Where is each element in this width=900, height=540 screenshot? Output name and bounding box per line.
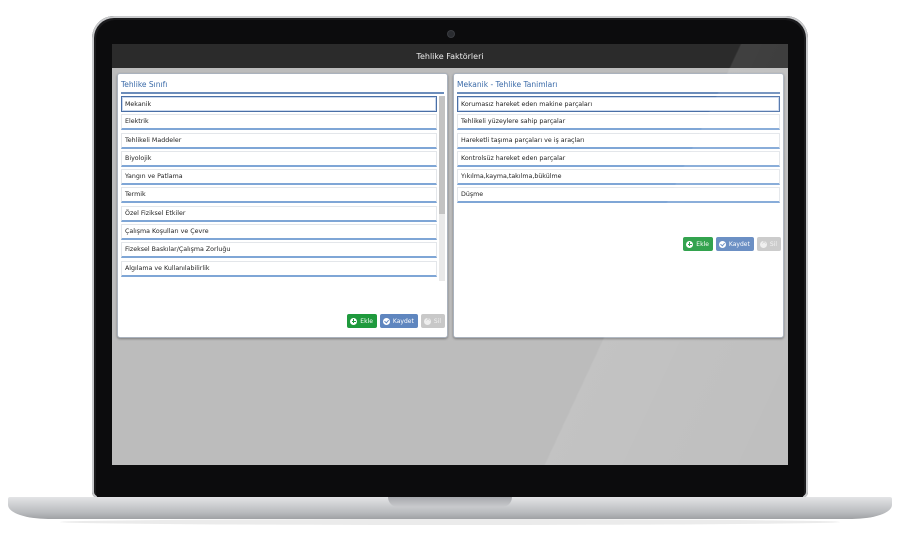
window-title: Tehlike Faktörleri (416, 51, 484, 61)
hazard-class-panel: Tehlike Sınıfı Mekanik Elektrik Tehlikel… (117, 73, 448, 338)
header-divider (457, 92, 780, 94)
list-item[interactable]: Fizeksel Baskılar/Çalışma Zorluğu (121, 242, 437, 259)
right-button-bar: Ekle Kaydet Sil (683, 237, 781, 251)
list-item[interactable]: Tehlikeli yüzeylere sahip parçalar (457, 114, 780, 131)
header-divider (121, 92, 444, 94)
delete-label: Sil (769, 240, 777, 248)
hazard-definition-panel: Mekanik - Tehlike Tanimları Korumasız ha… (453, 73, 784, 338)
check-circle-icon (718, 240, 726, 248)
laptop-notch (388, 497, 512, 507)
list-item[interactable]: Çalışma Koşulları ve Çevre (121, 224, 437, 241)
delete-button[interactable]: Sil (756, 237, 781, 251)
list-item[interactable]: Biyolojik (121, 150, 437, 167)
list-item[interactable]: Yangın ve Patlama (121, 169, 437, 186)
list-item[interactable]: Termik (121, 187, 437, 204)
list-item[interactable]: Kontrolsüz hareket eden parçalar (457, 150, 780, 167)
list-item[interactable]: Özel Fiziksel Etkiler (121, 205, 437, 222)
hazard-definition-list: Korumasız hareket eden makine parçaları … (457, 96, 780, 206)
check-circle-icon (382, 317, 390, 325)
left-button-bar: Ekle Kaydet Sil (347, 314, 445, 328)
list-item[interactable]: Algılama ve Kullanılabilirlik (121, 260, 437, 277)
plus-circle-icon (686, 240, 694, 248)
scroll-thumb[interactable] (439, 96, 445, 214)
add-button[interactable]: Ekle (683, 237, 713, 251)
panel-title: Tehlike Sınıfı (121, 80, 168, 89)
plus-circle-icon (350, 317, 358, 325)
save-button[interactable]: Kaydet (379, 314, 418, 328)
delete-button[interactable]: Sil (420, 314, 445, 328)
laptop-shadow (60, 519, 840, 525)
list-item[interactable]: Düşme (457, 187, 780, 204)
save-label: Kaydet (728, 240, 750, 248)
list-item[interactable]: Elektrik (121, 114, 437, 131)
list-item[interactable]: Mekanik (121, 96, 437, 112)
add-label: Ekle (696, 240, 709, 248)
list-item[interactable]: Yıkılma,kayma,takılma,bükülme (457, 169, 780, 186)
list-item[interactable]: Hareketli taşıma parçaları ve iş araçlar… (457, 132, 780, 149)
list-item[interactable]: Tehlikeli Maddeler (121, 132, 437, 149)
hazard-class-list: Mekanik Elektrik Tehlikeli Maddeler Biyo… (121, 96, 437, 279)
delete-label: Sil (433, 317, 441, 325)
add-button[interactable]: Ekle (347, 314, 377, 328)
add-label: Ekle (360, 317, 373, 325)
camera-icon (448, 31, 454, 37)
close-circle-icon (423, 315, 431, 325)
list-item[interactable]: Korumasız hareket eden makine parçaları (457, 96, 780, 112)
close-circle-icon (759, 238, 767, 248)
save-button[interactable]: Kaydet (715, 237, 754, 251)
list-scrollbar[interactable] (439, 96, 445, 281)
app-screen: Tehlike Faktörleri Tehlike Sınıfı Mekani… (112, 44, 788, 465)
panel-title: Mekanik - Tehlike Tanimları (457, 80, 558, 89)
save-label: Kaydet (392, 317, 414, 325)
title-bar: Tehlike Faktörleri (112, 44, 788, 68)
